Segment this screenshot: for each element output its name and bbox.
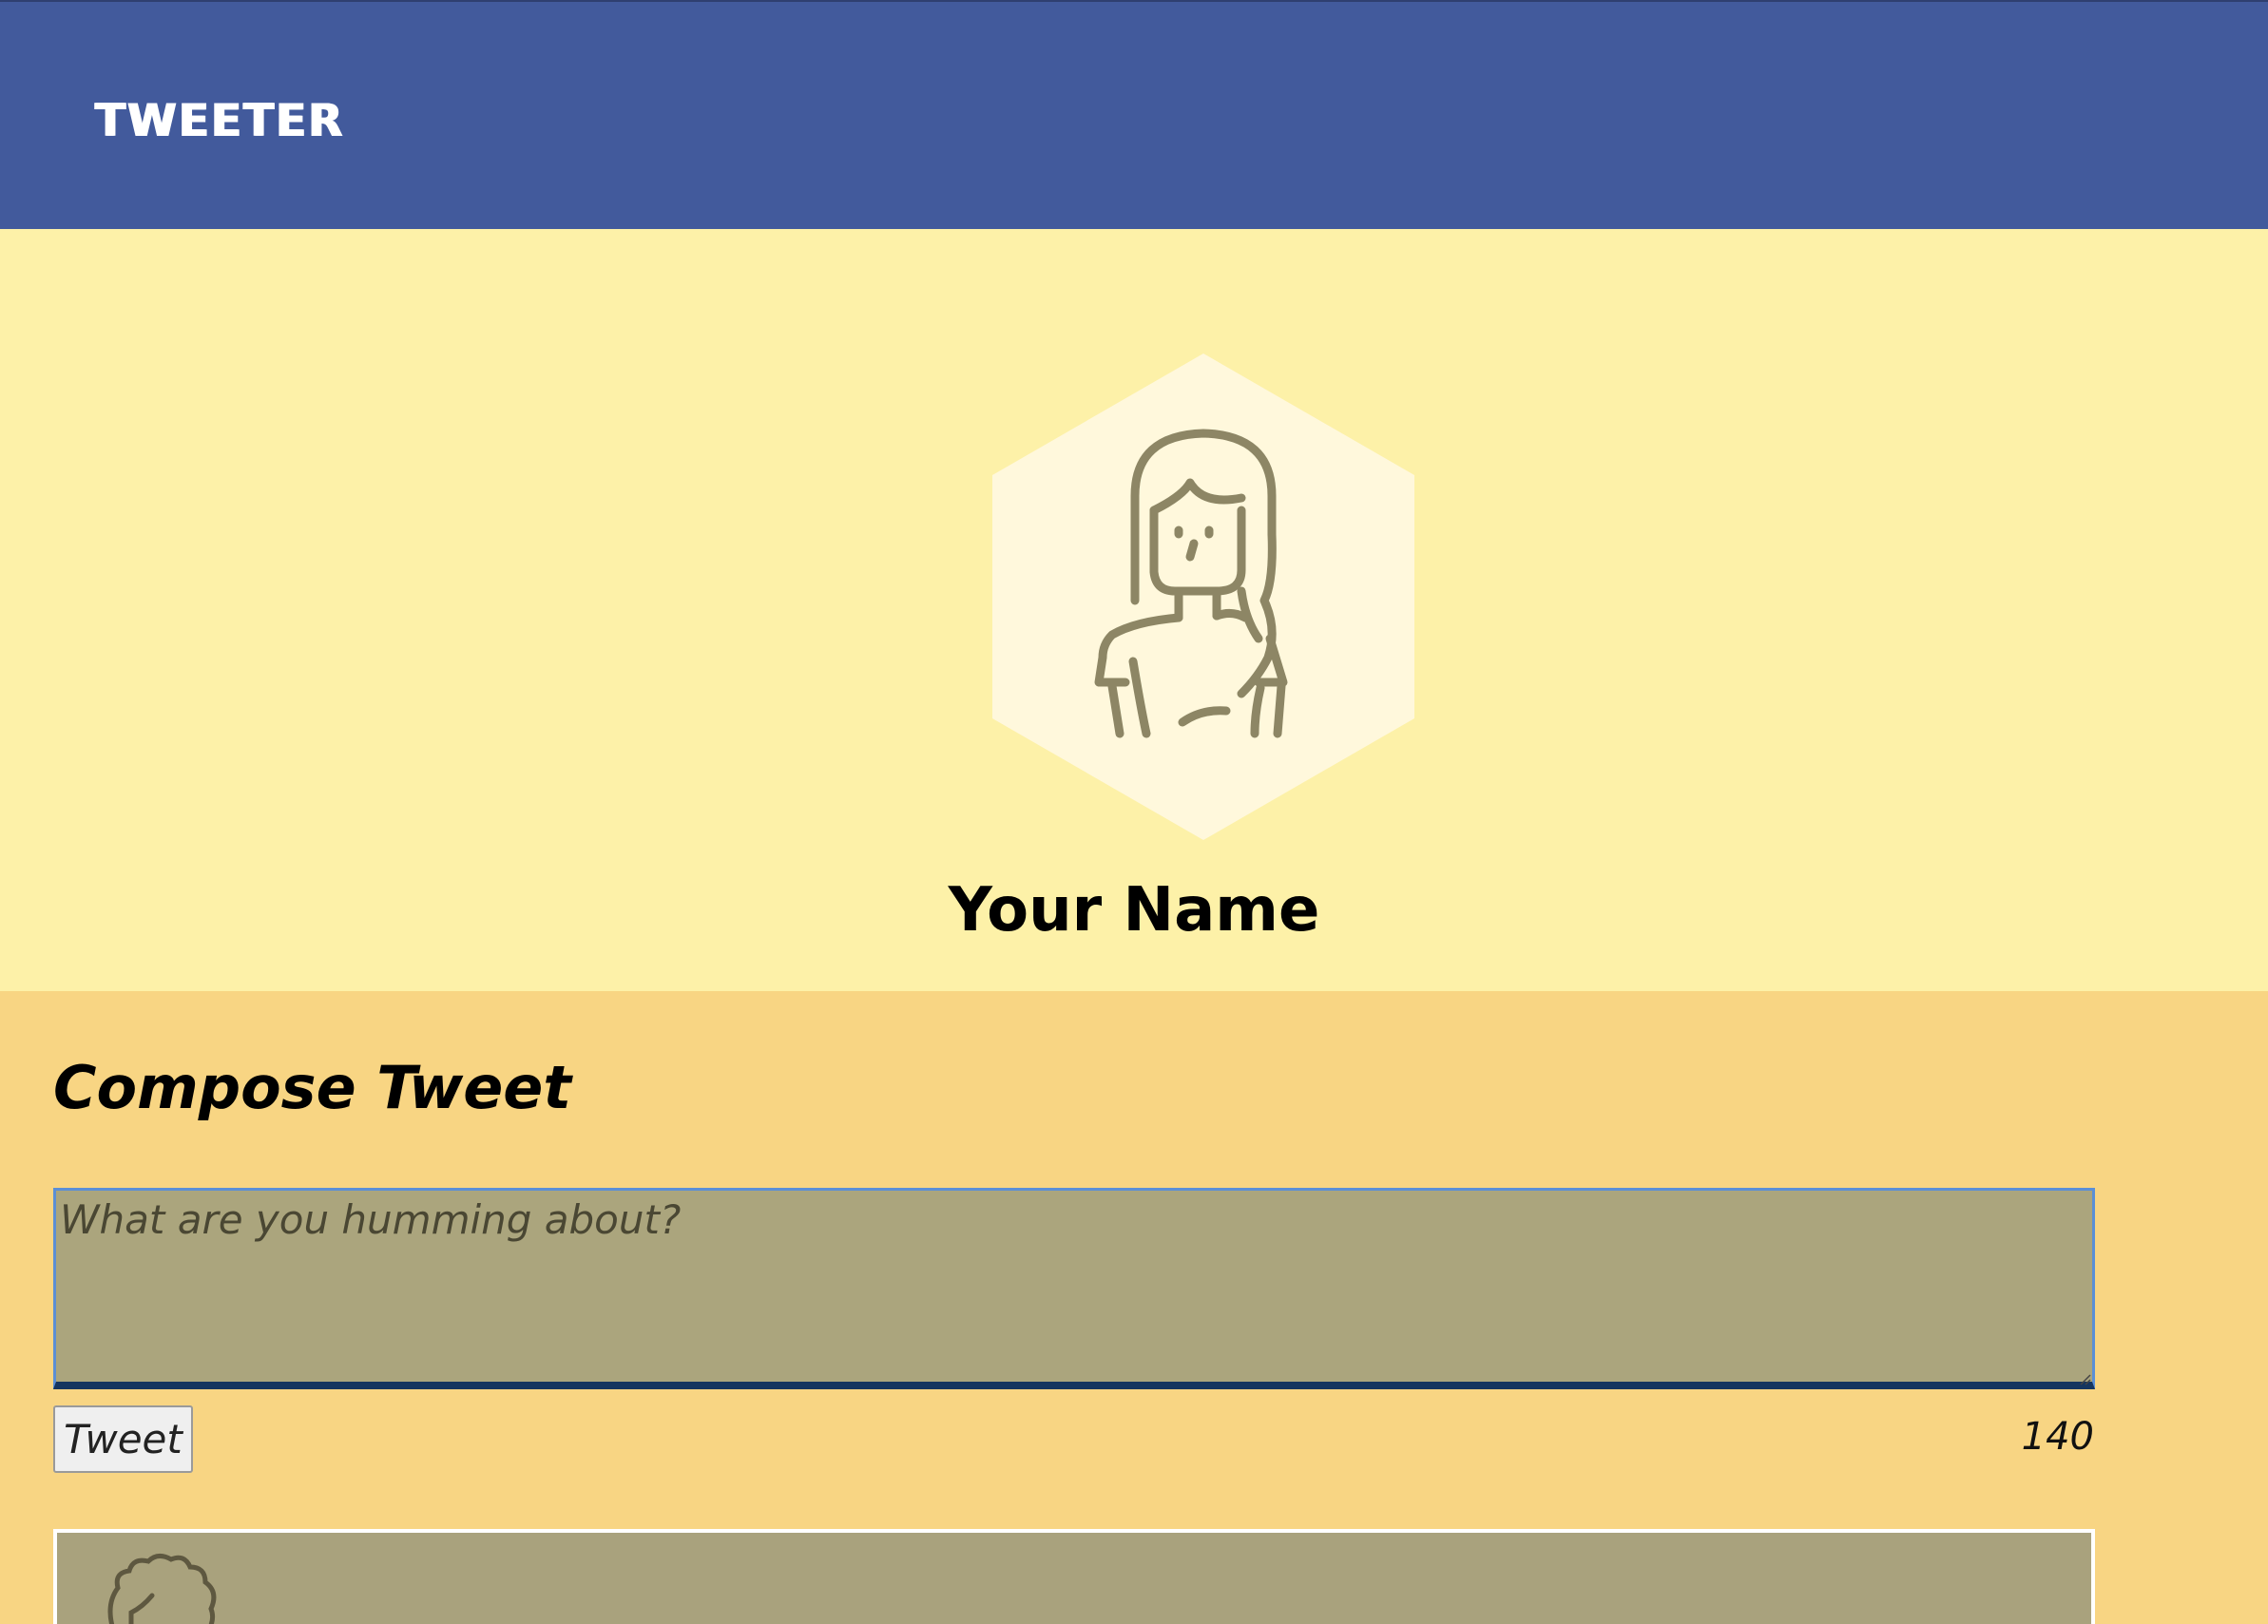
profile-header: Your Name bbox=[0, 229, 2268, 991]
curly-hair-avatar-icon bbox=[107, 1554, 217, 1624]
char-counter: 140 bbox=[2021, 1415, 2094, 1459]
compose-title: Compose Tweet bbox=[53, 1053, 571, 1122]
profile-name: Your Name bbox=[948, 874, 1320, 946]
profile-avatar bbox=[992, 353, 1414, 840]
tweet-card bbox=[53, 1529, 2095, 1624]
resize-grip-icon[interactable] bbox=[2080, 1374, 2091, 1385]
tweet-submit-button[interactable]: Tweet bbox=[53, 1405, 193, 1473]
tweet-textarea[interactable] bbox=[53, 1188, 2095, 1389]
navbar: TWEETER bbox=[0, 0, 2268, 229]
woman-avatar-icon bbox=[992, 353, 1414, 840]
brand-logo[interactable]: TWEETER bbox=[95, 93, 344, 150]
